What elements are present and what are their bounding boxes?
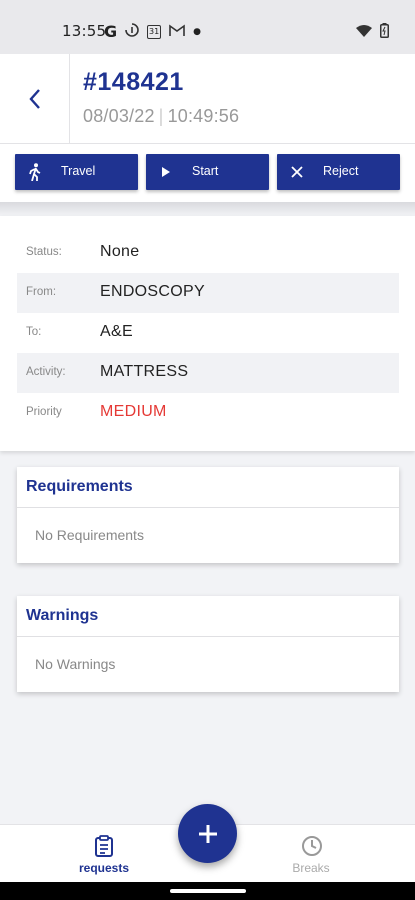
- detail-label: Priority: [26, 406, 62, 418]
- nav-breaks-label: Breaks: [292, 861, 330, 875]
- detail-row-from: From: ENDOSCOPY: [17, 273, 399, 313]
- sync-icon: [125, 22, 139, 41]
- detail-value: MATTRESS: [100, 363, 189, 380]
- close-icon: [289, 163, 305, 181]
- reject-button[interactable]: Reject: [277, 154, 400, 190]
- travel-button[interactable]: Travel: [15, 154, 138, 190]
- wifi-icon: [356, 24, 372, 42]
- home-indicator[interactable]: [170, 889, 246, 893]
- clipboard-list-icon: [94, 835, 114, 857]
- gesture-bar: [0, 882, 415, 900]
- detail-row-activity: Activity: MATTRESS: [17, 353, 399, 393]
- request-datetime: 08/03/22 | 10:49:56: [83, 106, 239, 127]
- nav-breaks[interactable]: Breaks: [261, 825, 361, 883]
- request-id: #148421: [83, 68, 184, 96]
- walking-person-icon: [27, 163, 43, 181]
- nav-requests-label: requests: [78, 861, 130, 875]
- request-header: #148421 08/03/22 | 10:49:56: [0, 54, 415, 144]
- priority-value: MEDIUM: [100, 403, 167, 420]
- status-time: 13:55: [62, 22, 107, 40]
- gmail-icon: [169, 23, 185, 41]
- warnings-title: Warnings: [17, 596, 399, 637]
- request-date: 08/03/22: [83, 106, 155, 126]
- start-button[interactable]: Start: [146, 154, 269, 190]
- warnings-empty-text: No Warnings: [35, 656, 116, 672]
- start-label: Start: [192, 164, 219, 178]
- google-icon: G: [104, 22, 118, 41]
- system-icons: [356, 23, 389, 43]
- clock-icon: [301, 835, 322, 857]
- detail-label: From:: [26, 286, 57, 298]
- detail-value: None: [100, 243, 140, 260]
- travel-label: Travel: [61, 164, 96, 178]
- dot-icon: ●: [193, 26, 201, 37]
- play-icon: [158, 163, 174, 181]
- detail-row-to: To: A&E: [17, 313, 399, 353]
- plus-icon: [198, 824, 217, 843]
- detail-label: To:: [26, 326, 42, 338]
- warnings-card: Warnings No Warnings: [17, 596, 399, 692]
- reject-label: Reject: [323, 164, 359, 178]
- notification-icons: G 31 ●: [104, 22, 201, 41]
- requirements-card: Requirements No Requirements: [17, 467, 399, 563]
- request-details: Status: None From: ENDOSCOPY To: A&E Act…: [0, 216, 415, 451]
- datetime-separator: |: [158, 106, 164, 126]
- requirements-title: Requirements: [17, 467, 399, 508]
- detail-row-status: Status: None: [17, 233, 399, 273]
- section-divider: [0, 202, 415, 216]
- calendar-icon: 31: [147, 24, 162, 39]
- status-bar: 13:55 G 31 ●: [0, 0, 415, 54]
- chevron-left-icon: [28, 89, 40, 109]
- action-bar: Travel Start Reject: [0, 144, 415, 202]
- request-time: 10:49:56: [167, 106, 240, 126]
- battery-icon: [380, 23, 389, 43]
- detail-value: ENDOSCOPY: [100, 283, 205, 300]
- add-request-button[interactable]: [178, 804, 237, 863]
- detail-label: Status:: [26, 246, 62, 258]
- nav-requests[interactable]: requests: [54, 825, 154, 883]
- requirements-empty-text: No Requirements: [35, 527, 144, 543]
- detail-label: Activity:: [26, 366, 66, 378]
- detail-value: A&E: [100, 323, 133, 340]
- back-button[interactable]: [0, 54, 70, 144]
- detail-row-priority: Priority MEDIUM: [17, 393, 399, 433]
